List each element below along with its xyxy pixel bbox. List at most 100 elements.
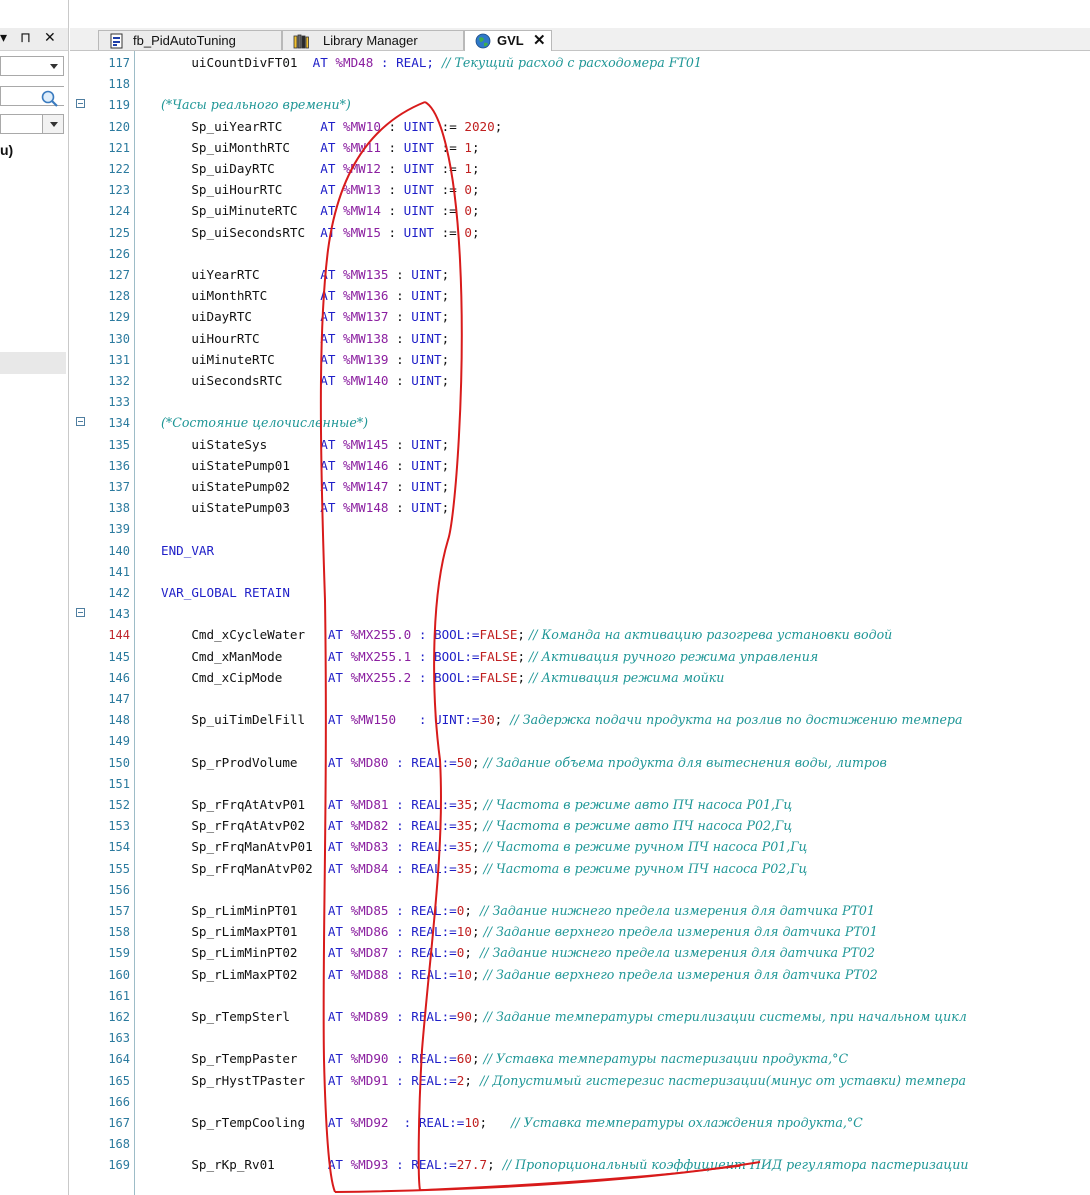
code-text: Sp_rTempPaster AT %MD90 : REAL:=60; // У… xyxy=(161,1051,848,1066)
code-line[interactable]: 166 xyxy=(70,1092,1090,1113)
code-line[interactable]: 159 Sp_rLimMinPT02 AT %MD87 : REAL:=0; /… xyxy=(70,943,1090,964)
code-line[interactable]: 165 Sp_rHystTPaster AT %MD91 : REAL:=2; … xyxy=(70,1071,1090,1092)
data-type: UINT xyxy=(403,203,435,219)
tab-library-manager[interactable]: Library Manager xyxy=(282,30,464,50)
code-line[interactable]: 140 END_VAR xyxy=(70,541,1090,562)
dropdown-arrow-icon[interactable]: ▾ xyxy=(0,30,7,46)
line-comment: // Задание верхнего предела измерения дл… xyxy=(479,966,878,982)
code-text: Sp_uiYearRTC AT %MW10 : UINT := 2020; xyxy=(161,119,502,134)
code-line[interactable]: 168 xyxy=(70,1134,1090,1155)
code-line[interactable]: 125 Sp_uiSecondsRTC AT %MW15 : UINT := 0… xyxy=(70,223,1090,244)
code-line[interactable]: 156 xyxy=(70,880,1090,901)
code-line[interactable]: 155 Sp_rFrqManAtvP02 AT %MD84 : REAL:=35… xyxy=(70,859,1090,880)
code-editor[interactable]: 117 uiCountDivFT01 AT %MD48 : REAL; // Т… xyxy=(70,51,1090,1195)
code-line[interactable]: 167 Sp_rTempCooling AT %MD92 : REAL:=10;… xyxy=(70,1113,1090,1134)
code-line[interactable]: 163 xyxy=(70,1028,1090,1049)
code-line[interactable]: 162 Sp_rTempSterl AT %MD89 : REAL:=90; /… xyxy=(70,1007,1090,1028)
variable-name: Sp_uiHourRTC xyxy=(191,182,283,198)
type-declaration: : REAL:= xyxy=(388,839,457,855)
code-line[interactable]: 137 uiStatePump02 AT %MW147 : UINT; xyxy=(70,477,1090,498)
code-line[interactable]: 121 Sp_uiMonthRTC AT %MW11 : UINT := 1; xyxy=(70,138,1090,159)
code-line[interactable]: 122 Sp_uiDayRTC AT %MW12 : UINT := 1; xyxy=(70,159,1090,180)
tab-gvl[interactable]: GVL ✕ xyxy=(464,30,552,51)
left-pane-search-field[interactable] xyxy=(0,86,64,108)
line-comment: // Уставка температуры пастеризации прод… xyxy=(479,1051,849,1067)
collapse-toggle-icon[interactable] xyxy=(76,99,85,109)
code-line[interactable]: 135 uiStateSys AT %MW145 : UINT; xyxy=(70,435,1090,456)
data-type: UINT xyxy=(403,224,435,240)
code-line[interactable]: 148 Sp_uiTimDelFill AT %MW150 : UINT:=30… xyxy=(70,710,1090,731)
padding xyxy=(298,945,328,960)
code-line[interactable]: 146 Cmd_xCipMode AT %MX255.2 : BOOL:=FAL… xyxy=(70,668,1090,689)
code-line[interactable]: 141 xyxy=(70,562,1090,583)
code-line[interactable]: 154 Sp_rFrqManAtvP01 AT %MD83 : REAL:=35… xyxy=(70,837,1090,858)
code-line[interactable]: 144 Cmd_xCycleWater AT %MX255.0 : BOOL:=… xyxy=(70,625,1090,646)
code-line[interactable]: 160 Sp_rLimMaxPT02 AT %MD88 : REAL:=10; … xyxy=(70,965,1090,986)
padding xyxy=(313,839,328,854)
close-tab-icon[interactable]: ✕ xyxy=(533,31,546,50)
numeric-literal: 90 xyxy=(456,1009,472,1024)
code-line[interactable]: 152 Sp_rFrqAtAtvP01 AT %MD81 : REAL:=35;… xyxy=(70,795,1090,816)
code-text: Sp_rFrqAtAtvP01 AT %MD81 : REAL:=35; // … xyxy=(161,797,792,812)
code-line[interactable]: 119 (*Часы реального времени*) xyxy=(70,95,1090,116)
line-number: 129 xyxy=(108,310,130,325)
type-declaration: : REAL:= xyxy=(388,903,457,918)
line-number: 142 xyxy=(108,586,130,600)
code-line[interactable]: 169 Sp_rKp_Rv01 AT %MD93 : REAL:=27.7; /… xyxy=(70,1155,1090,1176)
code-line[interactable]: 134 (*Состояние целочисленные*) xyxy=(70,413,1090,434)
code-line[interactable]: 133 xyxy=(70,392,1090,413)
code-line[interactable]: 147 xyxy=(70,689,1090,710)
code-line[interactable]: 118 xyxy=(70,74,1090,95)
code-line[interactable]: 150 Sp_rProdVolume AT %MD80 : REAL:=50; … xyxy=(70,753,1090,774)
code-line[interactable]: 124 Sp_uiMinuteRTC AT %MW14 : UINT := 0; xyxy=(70,201,1090,222)
padding xyxy=(305,818,328,833)
code-text: uiStatePump01 AT %MW146 : UINT; xyxy=(161,458,449,473)
code-line[interactable]: 117 uiCountDivFT01 AT %MD48 : REAL; // Т… xyxy=(70,53,1090,74)
left-pane-filter-combobox[interactable] xyxy=(0,114,64,134)
tab-label: Library Manager xyxy=(323,33,418,48)
code-line[interactable]: 158 Sp_rLimMaxPT01 AT %MD86 : REAL:=10; … xyxy=(70,922,1090,943)
code-line[interactable]: 127 uiYearRTC AT %MW135 : UINT; xyxy=(70,265,1090,286)
code-line[interactable]: 164 Sp_rTempPaster AT %MD90 : REAL:=60; … xyxy=(70,1049,1090,1070)
collapse-toggle-icon[interactable] xyxy=(76,608,85,618)
tab-fb-pidautotuning[interactable]: fb_PidAutoTuning xyxy=(98,30,282,50)
code-line[interactable]: 136 uiStatePump01 AT %MW146 : UINT; xyxy=(70,456,1090,477)
variable-name: uiStatePump02 xyxy=(191,479,290,494)
left-pane-selected-row[interactable] xyxy=(0,352,66,374)
code-line[interactable]: 132 uiSecondsRTC AT %MW140 : UINT; xyxy=(70,371,1090,392)
code-line[interactable]: 128 uiMonthRTC AT %MW136 : UINT; xyxy=(70,286,1090,307)
memory-address: %MW137 xyxy=(343,309,389,325)
code-line[interactable]: 139 xyxy=(70,519,1090,540)
left-pane-text-fragment: u) xyxy=(0,142,14,158)
code-line[interactable]: 153 Sp_rFrqAtAtvP02 AT %MD82 : REAL:=35;… xyxy=(70,816,1090,837)
padding xyxy=(260,267,321,282)
close-pane-icon[interactable]: ✕ xyxy=(44,30,56,46)
code-line[interactable]: 138 uiStatePump03 AT %MW148 : UINT; xyxy=(70,498,1090,519)
code-line[interactable]: 145 Cmd_xManMode AT %MX255.1 : BOOL:=FAL… xyxy=(70,647,1090,668)
collapse-toggle-icon[interactable] xyxy=(76,417,85,427)
code-line[interactable]: 149 xyxy=(70,731,1090,752)
memory-address: %MD86 xyxy=(350,924,389,940)
code-line[interactable]: 131 uiMinuteRTC AT %MW139 : UINT; xyxy=(70,350,1090,371)
search-icon[interactable] xyxy=(40,90,60,108)
code-line[interactable]: 129 uiDayRTC AT %MW137 : UINT; xyxy=(70,307,1090,328)
tab-label: fb_PidAutoTuning xyxy=(133,33,236,48)
code-line[interactable]: 161 xyxy=(70,986,1090,1007)
code-line[interactable]: 126 xyxy=(70,244,1090,265)
pin-icon[interactable]: ⊓ xyxy=(20,30,31,46)
code-line[interactable]: 142 VAR_GLOBAL RETAIN xyxy=(70,583,1090,604)
code-line[interactable]: 151 xyxy=(70,774,1090,795)
code-line[interactable]: 130 uiHourRTC AT %MW138 : UINT; xyxy=(70,329,1090,350)
left-pane-combobox[interactable] xyxy=(0,56,64,76)
code-line[interactable]: 157 Sp_rLimMinPT01 AT %MD85 : REAL:=0; /… xyxy=(70,901,1090,922)
globe-icon xyxy=(475,33,491,49)
padding xyxy=(298,903,328,918)
padding xyxy=(305,1073,328,1088)
code-line[interactable]: 123 Sp_uiHourRTC AT %MW13 : UINT := 0; xyxy=(70,180,1090,201)
type-declaration: : BOOL:= xyxy=(411,648,480,664)
data-type: UINT xyxy=(411,436,442,452)
code-line[interactable]: 120 Sp_uiYearRTC AT %MW10 : UINT := 2020… xyxy=(70,117,1090,138)
code-line[interactable]: 143 xyxy=(70,604,1090,625)
